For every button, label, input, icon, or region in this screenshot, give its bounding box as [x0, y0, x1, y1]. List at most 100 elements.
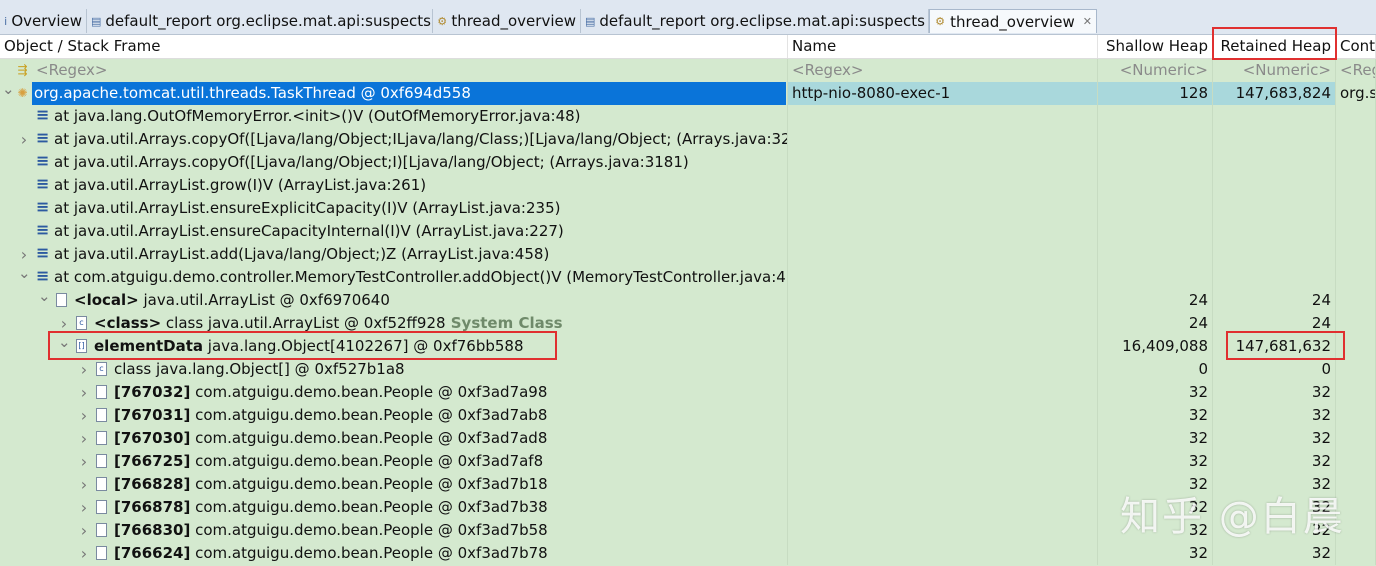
ctx-cell [1336, 197, 1376, 220]
table-row[interactable]: ≡ at java.util.Arrays.copyOf([Ljava/lang/… [0, 151, 1376, 174]
chevron-right-icon[interactable]: › [18, 128, 30, 151]
object-text: class java.lang.Object[] @ 0xf527b1a8 [114, 360, 405, 378]
info-icon: i [4, 14, 8, 28]
retained-cell [1213, 151, 1336, 174]
shallow-cell: 0 [1098, 358, 1213, 381]
shallow-cell: 32 [1098, 427, 1213, 450]
table-row[interactable]: ⌄ ✺ org.apache.tomcat.util.threads.TaskThr… [0, 80, 1376, 105]
table-row[interactable]: ≡ at java.util.ArrayList.grow(I)V (ArrayL… [0, 174, 1376, 197]
chevron-right-icon[interactable]: › [78, 450, 90, 473]
chevron-right-icon[interactable]: › [78, 496, 90, 519]
object-cell: [766830] com.atguigu.demo.bean.People @ … [110, 519, 788, 542]
table-row[interactable]: › [767030] com.atguigu.demo.bean.People @… [0, 427, 1376, 450]
table-row[interactable]: › c class java.lang.Object[] @ 0xf527b1a8 0… [0, 358, 1376, 381]
object-label: at java.util.ArrayList.ensureExplicitCap… [52, 199, 562, 217]
chevron-right-icon[interactable]: › [78, 519, 90, 542]
name-cell [788, 542, 1098, 565]
ctx-cell [1336, 220, 1376, 243]
chevron-right-icon[interactable]: › [78, 404, 90, 427]
table-row[interactable]: ≡ at java.util.ArrayList.ensureExplicitCa… [0, 197, 1376, 220]
object-field-name: [766725] [114, 452, 191, 470]
object-text: at com.atguigu.demo.controller.MemoryTes… [54, 268, 788, 286]
object-cell: at java.util.Arrays.copyOf([Ljava/lang/O… [50, 128, 788, 151]
filter-retained-input[interactable]: <Numeric> [1213, 59, 1336, 82]
shallow-cell [1098, 174, 1213, 197]
chevron-down-icon[interactable]: ⌄ [38, 285, 51, 308]
stack-frame-icon: ≡ [36, 128, 50, 147]
shallow-cell [1098, 128, 1213, 151]
table-row[interactable]: › [767031] com.atguigu.demo.bean.People @… [0, 404, 1376, 427]
table-row[interactable]: ⌄ <local> java.util.ArrayList @ 0xf697064… [0, 287, 1376, 312]
shallow-cell: 32 [1098, 381, 1213, 404]
retained-cell [1213, 243, 1336, 266]
column-name[interactable]: Name [788, 35, 1098, 58]
table-row[interactable]: ⌄ ≡ at com.atguigu.demo.controller.MemoryT… [0, 264, 1376, 289]
retained-cell: 32 [1213, 404, 1336, 427]
stack-frame-icon: ≡ [36, 151, 50, 170]
table-row[interactable]: › [766725] com.atguigu.demo.bean.People @… [0, 450, 1376, 473]
tab-overview[interactable]: i Overview [0, 9, 87, 33]
chevron-right-icon[interactable]: › [78, 381, 90, 404]
gear-icon: ⚙ [935, 15, 945, 28]
chevron-right-icon[interactable]: › [78, 473, 90, 496]
name-cell [788, 519, 1098, 542]
close-icon[interactable]: ✕ [1083, 15, 1092, 28]
ctx-cell [1336, 266, 1376, 289]
chevron-right-icon[interactable]: › [78, 358, 90, 381]
object-field-name: [767032] [114, 383, 191, 401]
object-text: at java.util.ArrayList.grow(I)V (ArrayLi… [54, 176, 427, 194]
object-text: at java.util.ArrayList.ensureCapacityInt… [54, 222, 564, 240]
table-header: Object / Stack Frame Name Shallow Heap R… [0, 35, 1376, 59]
ctx-cell [1336, 427, 1376, 450]
ctx-cell [1336, 450, 1376, 473]
object-label: [766878] com.atguigu.demo.bean.People @ … [112, 498, 550, 516]
ctx-cell [1336, 381, 1376, 404]
object-cell: at java.util.ArrayList.grow(I)V (ArrayLi… [50, 174, 788, 197]
filter-object-input[interactable]: <Regex> [32, 59, 788, 82]
chevron-down-icon[interactable]: ⌄ [2, 78, 15, 101]
retained-cell [1213, 266, 1336, 289]
object-text: at java.lang.OutOfMemoryError.<init>()V … [54, 107, 581, 125]
object-text: com.atguigu.demo.bean.People @ 0xf3ad7ab… [190, 406, 548, 424]
column-object-stack-frame[interactable]: Object / Stack Frame [0, 35, 788, 58]
retained-cell: 32 [1213, 450, 1336, 473]
name-cell [788, 335, 1098, 358]
ctx-cell [1336, 128, 1376, 151]
filter-shallow-input[interactable]: <Numeric> [1098, 59, 1213, 82]
chevron-right-icon[interactable]: › [78, 427, 90, 450]
column-shallow-heap[interactable]: Shallow Heap [1098, 35, 1213, 58]
chevron-right-icon[interactable]: › [78, 542, 90, 565]
shallow-cell [1098, 220, 1213, 243]
tab-default-report-org-eclipse-mat-api-suspects[interactable]: ▤ default_report org.eclipse.mat.api:susp… [87, 9, 433, 33]
filter-context-input[interactable]: <Reg [1336, 59, 1376, 82]
editor-tabs: i Overview ▤ default_report org.eclipse.mat… [0, 0, 1376, 35]
tab-thread-overview[interactable]: ⚙ thread_overview ✕ [929, 9, 1097, 33]
name-cell [788, 404, 1098, 427]
table-row[interactable]: ≡ at java.util.ArrayList.ensureCapacityIn… [0, 220, 1376, 243]
ctx-cell: org.s [1336, 82, 1376, 105]
table-row[interactable]: › ≡ at java.util.Arrays.copyOf([Ljava/lang… [0, 128, 1376, 151]
tab-thread-overview[interactable]: ⚙ thread_overview [433, 9, 581, 33]
object-label: org.apache.tomcat.util.threads.TaskThrea… [32, 82, 786, 105]
object-label: [767030] com.atguigu.demo.bean.People @ … [112, 429, 549, 447]
table-row[interactable]: › [767032] com.atguigu.demo.bean.People @… [0, 381, 1376, 404]
tab-default-report-org-eclipse-mat-api-suspects[interactable]: ▤ default_report org.eclipse.mat.api:susp… [581, 9, 929, 33]
report-icon: ▤ [585, 14, 596, 28]
filter-name-input[interactable]: <Regex> [788, 59, 1098, 82]
retained-cell [1213, 197, 1336, 220]
column-context[interactable]: Cont [1336, 35, 1376, 58]
object-label: <class> class java.util.ArrayList @ 0xf5… [92, 314, 565, 332]
object-text: com.atguigu.demo.bean.People @ 0xf3ad7b5… [190, 521, 548, 539]
object-icon [96, 408, 107, 422]
object-text: at java.util.ArrayList.ensureExplicitCap… [54, 199, 561, 217]
table-row[interactable]: › [766624] com.atguigu.demo.bean.People @… [0, 542, 1376, 565]
shallow-cell: 16,409,088 [1098, 335, 1213, 358]
retained-cell: 32 [1213, 381, 1336, 404]
object-label: [767032] com.atguigu.demo.bean.People @ … [112, 383, 549, 401]
object-cell: class java.lang.Object[] @ 0xf527b1a8 [110, 358, 788, 381]
chevron-down-icon[interactable]: ⌄ [18, 262, 31, 285]
table-row[interactable]: ≡ at java.lang.OutOfMemoryError.<init>()V… [0, 105, 1376, 128]
object-field-name: [766878] [114, 498, 191, 516]
ctx-cell [1336, 542, 1376, 565]
table-row[interactable]: › ≡ at java.util.ArrayList.add(Ljava/lang/… [0, 243, 1376, 266]
